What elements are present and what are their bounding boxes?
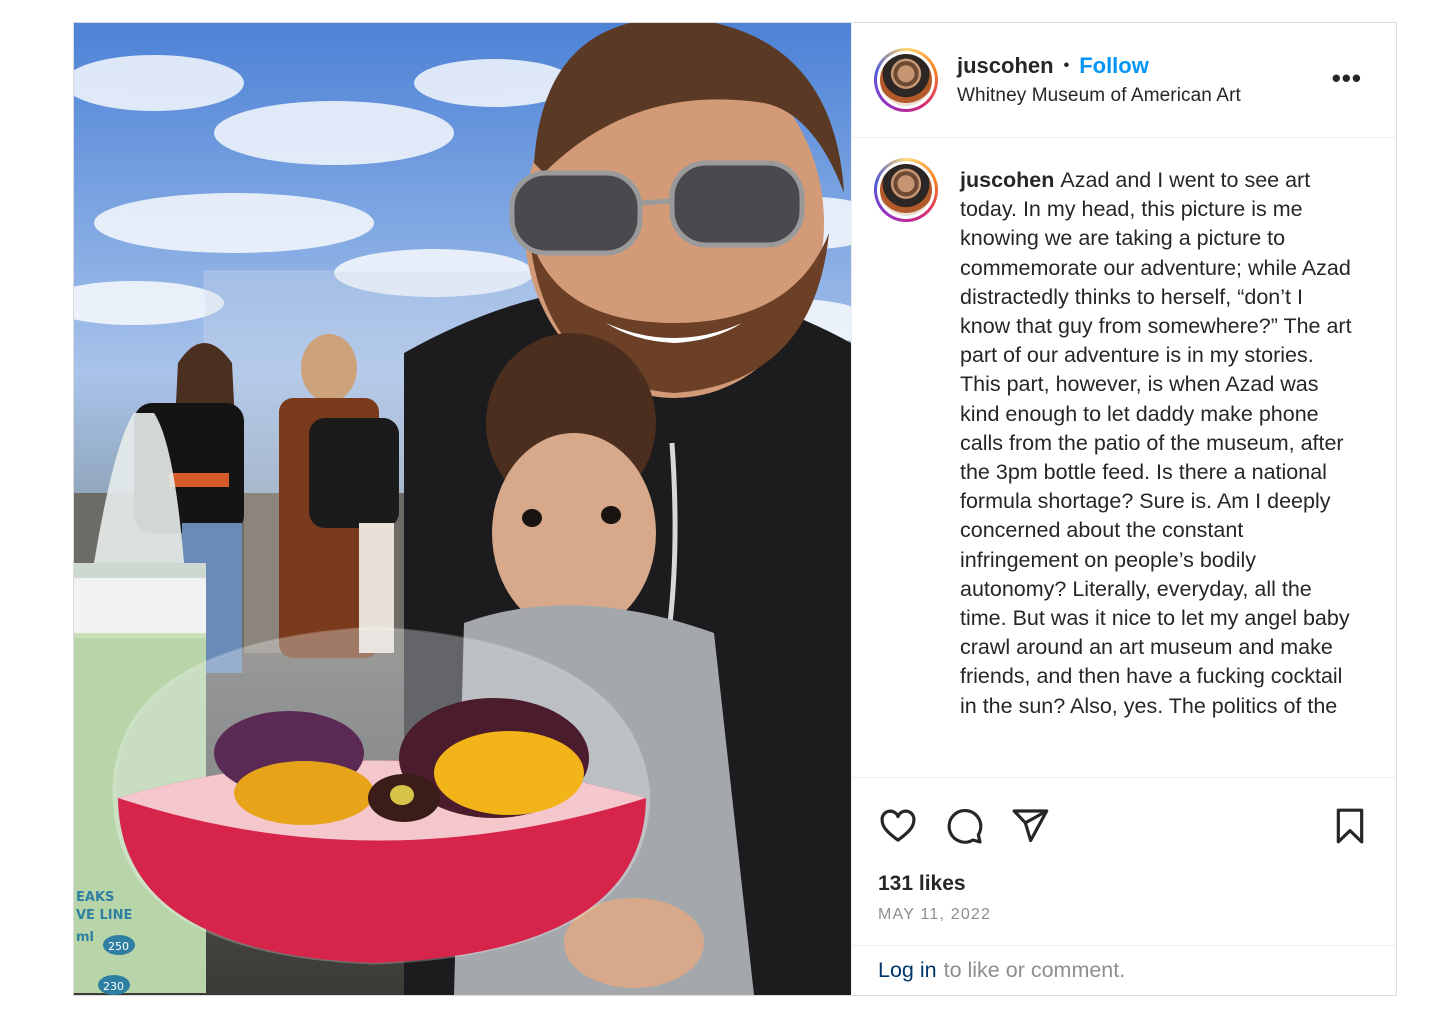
bookmark-icon[interactable] <box>1330 806 1370 846</box>
caption-avatar[interactable] <box>874 158 938 222</box>
photo-illustration: EAKS VE LINE ml 250 230 <box>74 23 851 995</box>
share-icon[interactable] <box>1010 806 1050 846</box>
more-options-icon[interactable]: ••• <box>1332 65 1362 91</box>
author-username[interactable]: juscohen <box>957 53 1054 79</box>
caption-text: juscohen Azad and I went to see art today… <box>960 158 1352 777</box>
login-link[interactable]: Log in <box>878 958 937 983</box>
post-date[interactable]: MAY 11, 2022 <box>852 906 1396 924</box>
header-separator: • <box>1063 57 1070 74</box>
instagram-post: EAKS VE LINE ml 250 230 juscohen • Follo… <box>73 22 1397 996</box>
login-suffix: to like or comment. <box>943 958 1126 982</box>
heart-icon[interactable] <box>878 806 918 846</box>
caption-body: Azad and I went to see art today. In my … <box>960 168 1352 718</box>
avatar-image <box>880 54 932 106</box>
caption-section: juscohen Azad and I went to see art today… <box>852 138 1396 778</box>
caption-avatar-image <box>880 164 932 216</box>
follow-button[interactable]: Follow <box>1079 53 1149 79</box>
post-header: juscohen • Follow Whitney Museum of Amer… <box>852 23 1396 138</box>
bottle-label-4: 250 <box>108 940 129 953</box>
comment-icon[interactable] <box>944 806 984 846</box>
bottle-label-3: ml <box>76 930 94 945</box>
caption-username[interactable]: juscohen <box>960 168 1054 192</box>
avatar[interactable] <box>874 48 938 112</box>
post-sidebar: juscohen • Follow Whitney Museum of Amer… <box>851 23 1396 995</box>
post-photo[interactable]: EAKS VE LINE ml 250 230 <box>74 23 851 995</box>
likes-count[interactable]: 131 likes <box>852 872 1396 896</box>
post-location[interactable]: Whitney Museum of American Art <box>957 85 1241 107</box>
login-prompt: Log in to like or comment. <box>852 945 1396 995</box>
bottle-label-5: 230 <box>103 980 124 993</box>
action-bar <box>852 778 1396 874</box>
bottle-label-2: VE LINE <box>76 908 132 923</box>
bottle-label-1: EAKS <box>76 890 114 905</box>
